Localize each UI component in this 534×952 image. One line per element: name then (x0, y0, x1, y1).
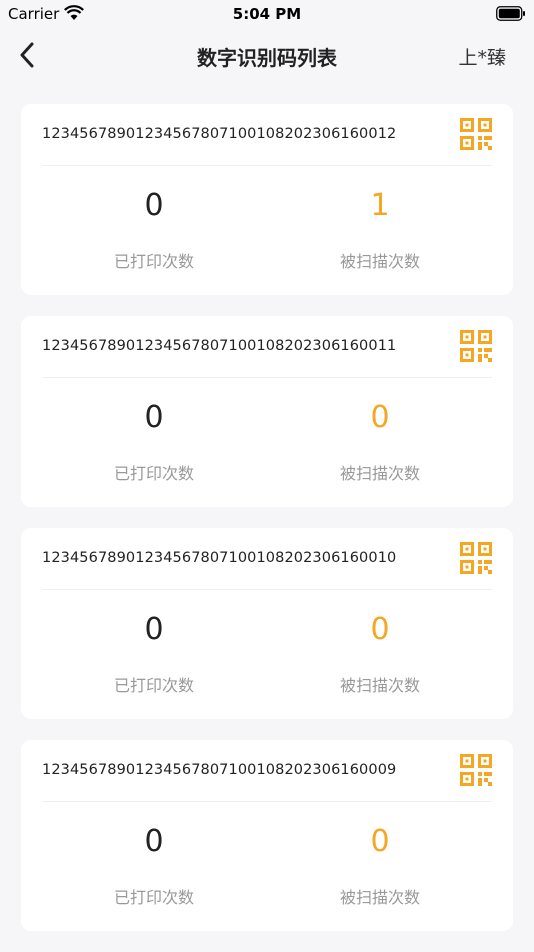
scanned-count-value: 0 (370, 400, 390, 435)
scanned-count: 0 被扫描次数 (267, 802, 493, 931)
printed-count-label: 已打印次数 (113, 252, 194, 271)
list-item[interactable]: 12345678901234567807100108202306160009 0… (21, 740, 513, 931)
scanned-count-label: 被扫描次数 (339, 464, 420, 483)
card-header: 12345678901234567807100108202306160010 (42, 528, 492, 590)
code-list: 12345678901234567807100108202306160012 0… (21, 104, 513, 952)
scanned-count: 0 被扫描次数 (267, 590, 493, 719)
code-text: 12345678901234567807100108202306160010 (42, 550, 397, 566)
user-name: 上*臻 (458, 47, 506, 69)
scanned-count-label: 被扫描次数 (339, 252, 420, 271)
list-item[interactable]: 12345678901234567807100108202306160010 0… (21, 528, 513, 719)
code-text: 12345678901234567807100108202306160009 (42, 762, 397, 778)
list-item[interactable]: 12345678901234567807100108202306160011 0… (21, 316, 513, 507)
printed-count-label: 已打印次数 (113, 888, 194, 907)
qr-code-icon[interactable] (460, 118, 492, 150)
printed-count-label: 已打印次数 (113, 676, 194, 695)
printed-count: 0 已打印次数 (41, 802, 267, 931)
printed-count: 0 已打印次数 (41, 378, 267, 507)
scanned-count-label: 被扫描次数 (339, 676, 420, 695)
scanned-count-label: 被扫描次数 (339, 888, 420, 907)
code-text: 12345678901234567807100108202306160012 (42, 126, 397, 142)
printed-count-value: 0 (144, 612, 164, 647)
status-time: 5:04 PM (232, 5, 302, 23)
page-title: 数字识别码列表 (197, 46, 337, 70)
printed-count: 0 已打印次数 (41, 590, 267, 719)
card-header: 12345678901234567807100108202306160012 (42, 104, 492, 166)
printed-count-value: 0 (144, 188, 164, 223)
printed-count-value: 0 (144, 824, 164, 859)
card-header: 12345678901234567807100108202306160011 (42, 316, 492, 378)
list-item[interactable]: 12345678901234567807100108202306160012 0… (21, 104, 513, 295)
scanned-count: 1 被扫描次数 (267, 166, 493, 295)
printed-count: 0 已打印次数 (41, 166, 267, 295)
card-header: 12345678901234567807100108202306160009 (42, 740, 492, 802)
scanned-count-value: 0 (370, 612, 390, 647)
scanned-count-value: 1 (370, 188, 390, 223)
navigation-bar: 数字识别码列表 上*臻 (0, 28, 534, 82)
scanned-count-value: 0 (370, 824, 390, 859)
code-text: 12345678901234567807100108202306160011 (42, 338, 397, 354)
printed-count-value: 0 (144, 400, 164, 435)
qr-code-icon[interactable] (460, 542, 492, 574)
status-bar: Carrier 5:04 PM (0, 0, 534, 28)
qr-code-icon[interactable] (460, 330, 492, 362)
qr-code-icon[interactable] (460, 754, 492, 786)
printed-count-label: 已打印次数 (113, 464, 194, 483)
battery-icon (496, 6, 525, 21)
scanned-count: 0 被扫描次数 (267, 378, 493, 507)
